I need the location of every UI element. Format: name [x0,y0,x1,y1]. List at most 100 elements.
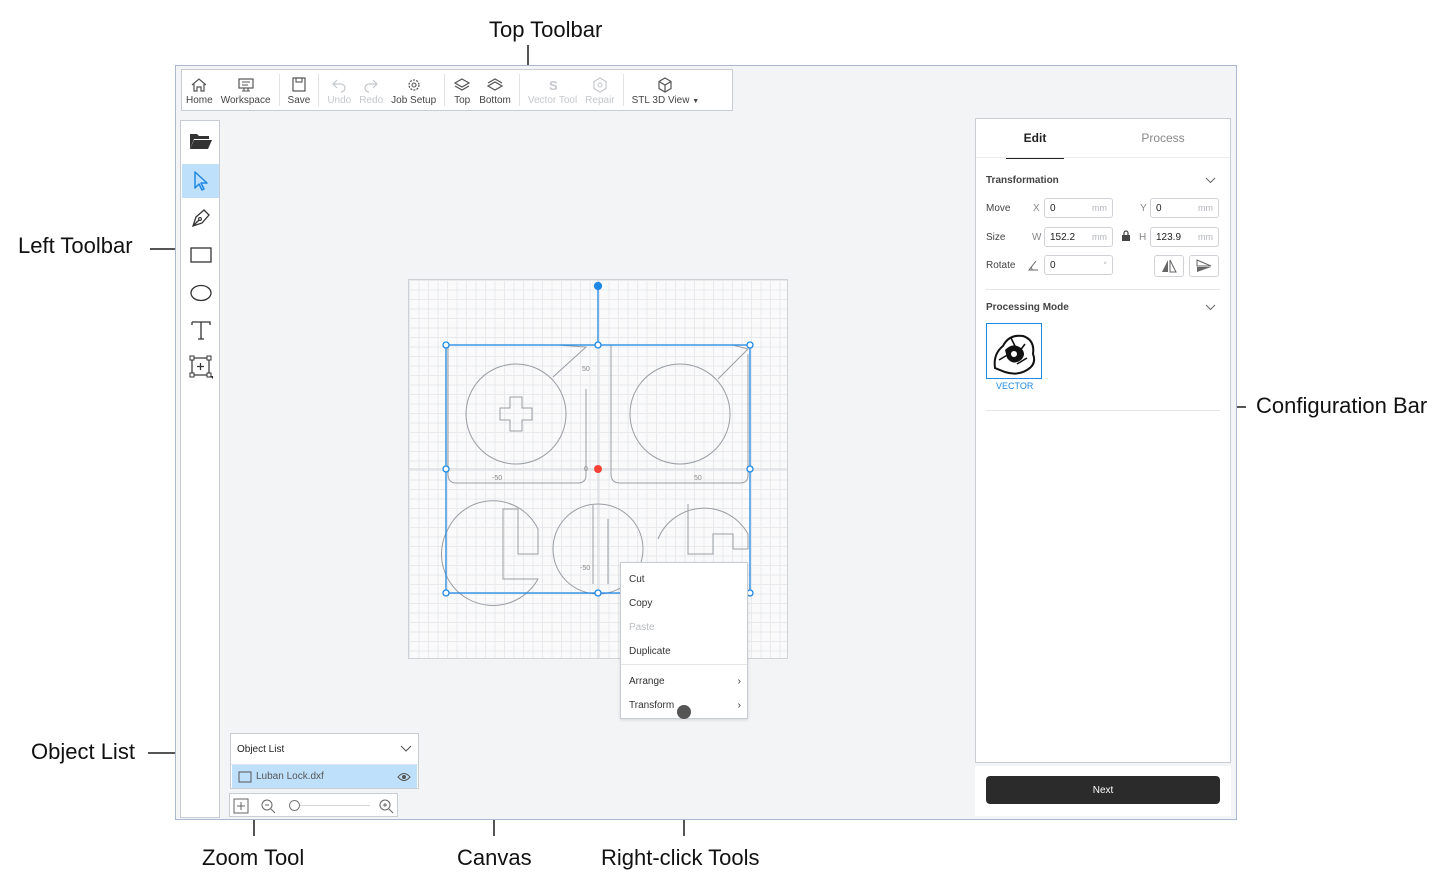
chevron-down-icon[interactable] [400,745,412,753]
home-label: Home [186,95,213,106]
leader-dot-right-click-tools [677,705,691,719]
home-button[interactable]: Home [182,70,217,110]
configuration-bar: Edit Process Transformation Move X 0 mm Y… [975,118,1231,763]
undo-icon [332,79,346,93]
redo-button[interactable]: Redo [355,70,387,110]
tabs-divider [976,157,1230,158]
left-toolbar [180,120,220,818]
callout-canvas: Canvas [457,845,532,870]
context-arrange[interactable]: Arrange › [629,673,741,689]
zoom-slider-track[interactable] [290,805,370,806]
ellipse-icon [189,284,212,302]
open-file-button[interactable] [182,124,219,158]
context-duplicate[interactable]: Duplicate [629,643,741,659]
callout-zoom-tool: Zoom Tool [202,845,305,870]
move-y-label: Y [1140,203,1147,214]
workspace-button[interactable]: Workspace [217,70,275,110]
lock-icon[interactable] [1121,230,1131,242]
text-icon [190,321,211,340]
angle-icon [1028,260,1038,271]
cube-icon [658,77,673,93]
object-list-title: Object List [237,743,285,755]
top-toolbar: Home Workspace Save Undo Redo Job Setup … [181,69,733,111]
section-divider [986,410,1220,411]
context-copy[interactable]: Copy [629,595,741,611]
object-list-header[interactable]: Object List [231,734,418,765]
origin-dot [594,465,602,473]
text-tool[interactable] [182,313,219,347]
ellipse-tool[interactable] [182,276,219,310]
size-w-input[interactable]: 152.2 mm [1044,227,1113,247]
job-setup-button[interactable]: Job Setup [387,70,440,110]
rectangle-icon [189,247,212,263]
svg-text:S: S [549,78,558,93]
zoom-out-icon[interactable] [260,798,276,814]
callout-configuration-bar: Configuration Bar [1256,393,1428,418]
processing-mode-title: Processing Mode [986,301,1069,313]
vector-tool-label: Vector Tool [527,95,578,106]
move-x-label: X [1033,203,1040,214]
eye-icon[interactable] [397,772,411,782]
transform-tool[interactable] [182,350,219,384]
size-h-label: H [1139,232,1147,243]
redo-label: Redo [359,95,384,106]
size-w-label: W [1032,232,1042,243]
select-tool[interactable] [182,164,219,198]
undo-label: Undo [327,95,352,106]
toolbar-divider [278,74,280,106]
bottom-button[interactable]: Bottom [475,70,515,110]
context-menu: Cut Copy Paste Duplicate Arrange › Transf… [620,562,748,719]
move-y-input[interactable]: 0 mm [1150,198,1219,218]
redo-icon [364,79,379,93]
save-button[interactable]: Save [284,70,315,110]
layers-top-icon [453,78,471,91]
zoom-in-icon[interactable] [378,798,394,814]
vector-mode-option[interactable] [986,323,1042,379]
layers-bottom-icon [486,78,504,91]
stl-3d-view-dropdown[interactable]: STL 3D View ▼ [628,70,704,110]
fit-to-view-icon[interactable] [233,798,249,814]
chevron-down-icon[interactable] [1205,304,1216,311]
chevron-right-icon: › [737,675,741,687]
gear-icon [408,79,420,91]
transformation-title: Transformation [986,174,1059,186]
tab-process[interactable]: Process [1134,131,1192,157]
toolbar-divider [444,74,446,106]
rotate-input[interactable]: 0 ° [1044,255,1113,275]
top-button[interactable]: Top [449,70,475,110]
save-label: Save [287,95,311,106]
flip-vertical-button[interactable] [1189,255,1219,277]
size-label: Size [986,232,1006,243]
object-list-item-name: Luban Lock.dxf [256,771,324,782]
bottom-label: Bottom [479,95,511,106]
pen-tool[interactable] [182,201,219,235]
section-divider [986,289,1220,290]
vector-tool-button[interactable]: S Vector Tool [524,70,581,110]
object-list-item[interactable]: Luban Lock.dxf [232,765,417,788]
context-paste[interactable]: Paste [629,619,741,635]
repair-button[interactable]: Repair [581,70,618,110]
rectangle-tool[interactable] [182,238,219,272]
flip-horizontal-icon [1162,259,1177,273]
zoom-slider-handle[interactable] [289,800,300,811]
object-list-panel: Object List Luban Lock.dxf [230,733,419,789]
toolbar-divider [318,74,320,106]
tick-label-y-neg: -50 [580,565,590,572]
transform-box-icon [189,355,213,379]
move-x-input[interactable]: 0 mm [1044,198,1113,218]
flip-horizontal-button[interactable] [1154,255,1184,277]
folder-open-icon [189,134,212,149]
context-cut[interactable]: Cut [629,571,741,587]
tab-edit[interactable]: Edit [1006,131,1064,159]
repair-icon [593,77,607,93]
context-divider [621,664,747,665]
chevron-down-icon[interactable] [1205,177,1216,184]
next-button[interactable]: Next [986,776,1220,804]
callout-left-toolbar: Left Toolbar [18,233,133,258]
undo-button[interactable]: Undo [323,70,355,110]
processing-mode-header[interactable]: Processing Mode [986,300,1216,314]
transformation-header[interactable]: Transformation [986,173,1216,187]
size-h-input[interactable]: 123.9 mm [1150,227,1219,247]
tick-label-x-pos: 50 [694,475,702,482]
stl-3d-view-label: STL 3D View ▼ [631,95,700,106]
